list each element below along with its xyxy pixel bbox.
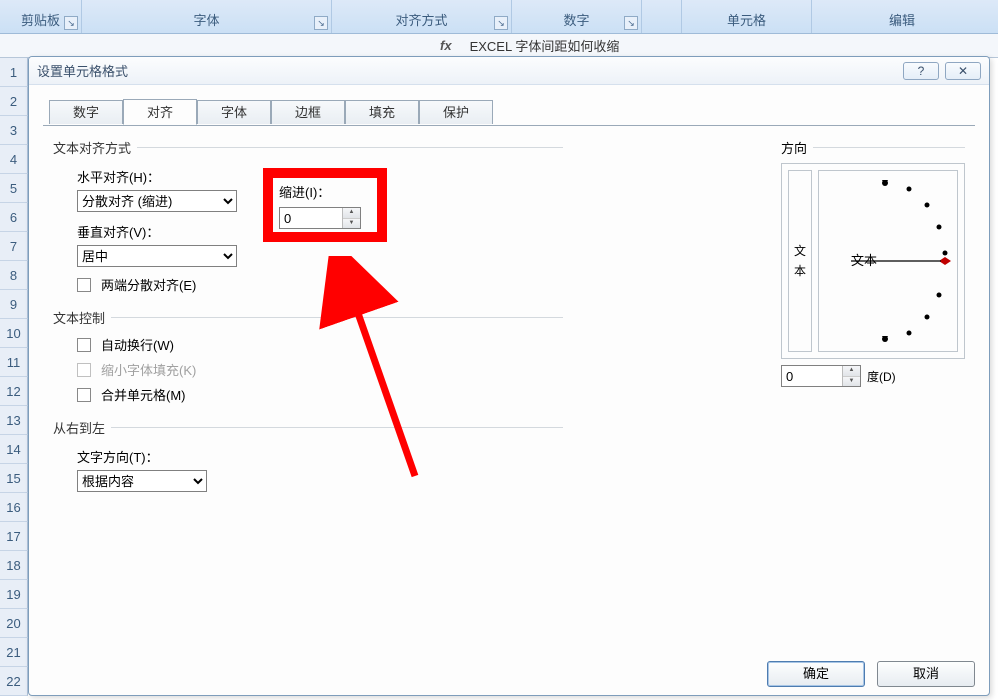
row-header[interactable]: 13 <box>0 406 28 435</box>
shrink-fit-checkbox[interactable] <box>77 363 91 377</box>
row-header[interactable]: 14 <box>0 435 28 464</box>
ribbon-expand-icon[interactable]: ↘ <box>314 16 328 30</box>
ribbon-expand-icon[interactable]: ↘ <box>494 16 508 30</box>
text-direction-select[interactable]: 根据内容 <box>77 470 207 492</box>
row-header[interactable]: 6 <box>0 203 28 232</box>
degree-input[interactable] <box>782 366 842 386</box>
degree-label: 度(D) <box>867 368 896 385</box>
row-header[interactable]: 19 <box>0 580 28 609</box>
format-cells-dialog: 设置单元格格式 ? ✕ 数字 对齐 字体 边框 填充 保护 文本对齐方式 水平对… <box>28 56 990 696</box>
ribbon-expand-icon[interactable]: ↘ <box>64 16 78 30</box>
row-header[interactable]: 3 <box>0 116 28 145</box>
ribbon-group-align[interactable]: 对齐方式↘ <box>332 0 512 33</box>
fx-icon[interactable]: fx <box>440 38 452 53</box>
close-button[interactable]: ✕ <box>945 62 981 80</box>
tab-number[interactable]: 数字 <box>49 100 123 124</box>
row-header[interactable]: 7 <box>0 232 28 261</box>
spin-down-icon[interactable]: ▼ <box>343 219 360 229</box>
merge-cells-label: 合并单元格(M) <box>101 385 186 404</box>
row-header[interactable]: 4 <box>0 145 28 174</box>
rtl-group-label: 从右到左 <box>53 418 563 437</box>
spin-up-icon[interactable]: ▲ <box>843 366 860 377</box>
row-header[interactable]: 2 <box>0 87 28 116</box>
orientation-dial[interactable]: 文本 <box>818 170 958 352</box>
row-header[interactable]: 11 <box>0 348 28 377</box>
indent-label: 缩进(I)： <box>279 182 371 201</box>
indent-input[interactable] <box>280 208 342 228</box>
row-headers: 1 2 3 4 5 6 7 8 9 10 11 12 13 14 15 16 1… <box>0 58 28 696</box>
row-header[interactable]: 1 <box>0 58 28 87</box>
row-header[interactable]: 21 <box>0 638 28 667</box>
ribbon-group-blank <box>642 0 682 33</box>
ribbon-group-font[interactable]: 字体↘ <box>82 0 332 33</box>
ribbon: 剪贴板↘ 字体↘ 对齐方式↘ 数字↘ 单元格 编辑 <box>0 0 998 34</box>
row-header[interactable]: 16 <box>0 493 28 522</box>
tab-alignment[interactable]: 对齐 <box>123 99 197 125</box>
ribbon-expand-icon[interactable]: ↘ <box>624 16 638 30</box>
dialog-buttons: 确定 取消 <box>767 661 975 687</box>
dial-text: 文本 <box>851 253 877 268</box>
row-header[interactable]: 15 <box>0 464 28 493</box>
ribbon-group-number[interactable]: 数字↘ <box>512 0 642 33</box>
spin-up-icon[interactable]: ▲ <box>343 208 360 219</box>
shrink-fit-label: 缩小字体填充(K) <box>101 360 196 379</box>
row-header[interactable]: 20 <box>0 609 28 638</box>
row-header[interactable]: 18 <box>0 551 28 580</box>
alignment-panel: 文本对齐方式 水平对齐(H)： 分散对齐 (缩进) 垂直对齐(V)： 居中 两端… <box>43 125 975 685</box>
text-align-group-label: 文本对齐方式 <box>53 138 563 157</box>
formula-text: EXCEL 字体间距如何收缩 <box>470 36 620 55</box>
row-header[interactable]: 5 <box>0 174 28 203</box>
tab-border[interactable]: 边框 <box>271 100 345 124</box>
row-header[interactable]: 10 <box>0 319 28 348</box>
ribbon-group-clipboard[interactable]: 剪贴板↘ <box>0 0 82 33</box>
formula-bar: fx EXCEL 字体间距如何收缩 <box>0 34 998 58</box>
justify-distributed-checkbox[interactable] <box>77 278 91 292</box>
ok-button[interactable]: 确定 <box>767 661 865 687</box>
row-header[interactable]: 9 <box>0 290 28 319</box>
merge-cells-checkbox[interactable] <box>77 388 91 402</box>
text-control-group-label: 文本控制 <box>53 308 563 327</box>
h-align-select[interactable]: 分散对齐 (缩进) <box>77 190 237 212</box>
orientation-header: 方向 <box>781 138 807 157</box>
dialog-titlebar[interactable]: 设置单元格格式 ? ✕ <box>29 57 989 85</box>
ribbon-group-edit[interactable]: 编辑 <box>812 0 992 33</box>
vertical-text-button[interactable]: 文本 <box>788 170 812 352</box>
spin-down-icon[interactable]: ▼ <box>843 377 860 387</box>
tab-font[interactable]: 字体 <box>197 100 271 124</box>
cancel-button[interactable]: 取消 <box>877 661 975 687</box>
indent-spinner[interactable]: ▲ ▼ <box>279 207 361 229</box>
row-header[interactable]: 22 <box>0 667 28 696</box>
wrap-text-checkbox[interactable] <box>77 338 91 352</box>
row-header[interactable]: 12 <box>0 377 28 406</box>
row-header[interactable]: 17 <box>0 522 28 551</box>
dialog-title: 设置单元格格式 <box>37 61 897 80</box>
tab-fill[interactable]: 填充 <box>345 100 419 124</box>
tab-protection[interactable]: 保护 <box>419 100 493 124</box>
dialog-tabs: 数字 对齐 字体 边框 填充 保护 <box>49 99 989 125</box>
text-direction-label: 文字方向(T)： <box>77 447 563 466</box>
row-header[interactable]: 8 <box>0 261 28 290</box>
wrap-text-label: 自动换行(W) <box>101 335 174 354</box>
degree-spinner[interactable]: ▲ ▼ <box>781 365 861 387</box>
v-align-select[interactable]: 居中 <box>77 245 237 267</box>
help-button[interactable]: ? <box>903 62 939 80</box>
justify-distributed-label: 两端分散对齐(E) <box>101 275 196 294</box>
indent-highlight-box: 缩进(I)： ▲ ▼ <box>263 168 387 242</box>
ribbon-group-cells[interactable]: 单元格 <box>682 0 812 33</box>
orientation-section: 方向 文本 <box>781 138 965 387</box>
